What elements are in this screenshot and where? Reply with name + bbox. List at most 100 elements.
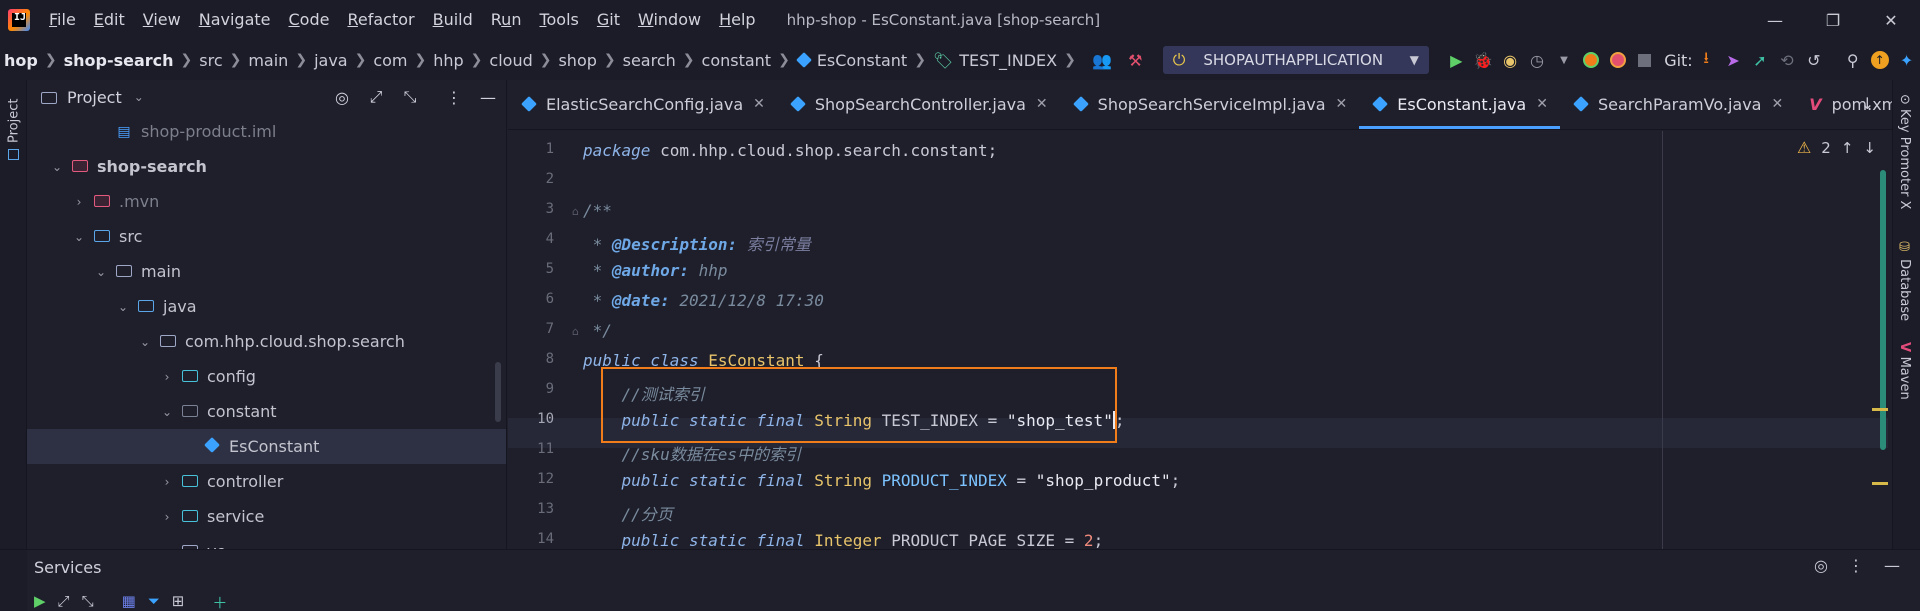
- close-window-button[interactable]: ✕: [1862, 0, 1920, 40]
- menu-item[interactable]: Edit: [85, 0, 134, 40]
- code-line[interactable]: * @Description: 索引常量: [583, 231, 811, 255]
- breadcrumb-item[interactable]: java: [310, 51, 352, 70]
- hide-panel-icon[interactable]: —: [1884, 556, 1900, 575]
- chevron-down-icon[interactable]: ⌄: [159, 405, 175, 419]
- breadcrumb-item[interactable]: shop: [554, 51, 600, 70]
- run-icon[interactable]: ▶: [34, 592, 46, 611]
- tree-item[interactable]: › .mvn: [27, 184, 506, 219]
- menu-item[interactable]: Window: [629, 0, 710, 40]
- maximize-button[interactable]: ❐: [1804, 0, 1862, 40]
- editor-tab[interactable]: Vpom.xml (shop-search): [1795, 80, 1892, 129]
- expand-all-icon[interactable]: ⤢: [362, 83, 390, 111]
- settings-logo-icon[interactable]: ✦: [1893, 46, 1920, 74]
- project-tool-tab[interactable]: Project: [4, 88, 24, 160]
- breadcrumb-item[interactable]: shop-search: [60, 51, 178, 70]
- database-tab[interactable]: ⛁ Database: [1897, 240, 1912, 321]
- add-service-icon[interactable]: ＋: [212, 592, 227, 611]
- run-configuration-select[interactable]: ⏻ SHOPAUTHAPPLICATION ▼: [1162, 46, 1429, 74]
- tree-item[interactable]: ⌄ constant: [27, 394, 506, 429]
- maven-tab[interactable]: V Maven: [1897, 342, 1912, 400]
- filter-icon[interactable]: ⏷: [148, 592, 160, 611]
- chevron-right-icon[interactable]: ›: [159, 510, 175, 524]
- code-line[interactable]: //sku数据在es中的索引: [583, 441, 801, 465]
- close-tab-icon[interactable]: ✕: [1771, 96, 1783, 112]
- code-editor[interactable]: package com.hhp.cloud.shop.search.consta…: [508, 131, 1888, 550]
- chevron-down-icon[interactable]: ⌄: [115, 300, 131, 314]
- menu-item[interactable]: Run: [482, 0, 531, 40]
- close-tab-icon[interactable]: ✕: [1036, 96, 1048, 112]
- git-push-icon[interactable]: ➚: [1747, 46, 1774, 74]
- git-update-icon[interactable]: ⭳: [1693, 46, 1720, 74]
- menu-item[interactable]: Build: [424, 0, 482, 40]
- chevron-down-icon[interactable]: ⌄: [71, 230, 87, 244]
- run-with-coverage-icon[interactable]: ◉: [1497, 46, 1524, 74]
- chevron-down-icon[interactable]: ⌄: [137, 335, 153, 349]
- editor-tab[interactable]: EsConstant.java ✕: [1359, 80, 1560, 129]
- tree-item[interactable]: ⌄ com.hhp.cloud.shop.search: [27, 324, 506, 359]
- warning-stripe[interactable]: [1872, 482, 1888, 485]
- locate-target-icon[interactable]: ◎: [328, 83, 356, 111]
- editor-tab[interactable]: ShopSearchServiceImpl.java ✕: [1060, 80, 1360, 129]
- expand-all-icon[interactable]: ⤢: [58, 592, 70, 611]
- tree-item[interactable]: › controller: [27, 464, 506, 499]
- tree-item[interactable]: › config: [27, 359, 506, 394]
- debug-icon[interactable]: 🐞: [1470, 46, 1497, 74]
- fold-marker-icon[interactable]: ⌂: [572, 205, 579, 218]
- tree-item[interactable]: ⌄ shop-search: [27, 149, 506, 184]
- inspection-widget[interactable]: ⚠ 2 ↑ ↓: [1797, 138, 1876, 157]
- hide-panel-icon[interactable]: —: [474, 83, 502, 111]
- breadcrumb-item[interactable]: hhp: [429, 51, 467, 70]
- breadcrumb-item[interactable]: constant: [698, 51, 776, 70]
- code-line[interactable]: * @author: hhp: [583, 261, 728, 280]
- ide-update-icon[interactable]: ↑: [1866, 46, 1893, 74]
- breadcrumb-item[interactable]: search: [619, 51, 680, 70]
- tree-scrollbar[interactable]: [495, 362, 501, 422]
- tree-item[interactable]: EsConstant: [27, 429, 506, 464]
- jrebel-run-icon[interactable]: [1577, 46, 1604, 74]
- tree-item[interactable]: › service: [27, 499, 506, 534]
- options-kebab-icon[interactable]: ⋮: [1848, 556, 1864, 575]
- breadcrumb-item[interactable]: com: [369, 51, 411, 70]
- tree-item[interactable]: ⌄ src: [27, 219, 506, 254]
- chevron-right-icon[interactable]: ›: [159, 370, 175, 384]
- locate-target-icon[interactable]: ◎: [1814, 556, 1828, 575]
- menu-item[interactable]: Refactor: [338, 0, 423, 40]
- minimize-button[interactable]: —: [1746, 0, 1804, 40]
- menu-item[interactable]: View: [134, 0, 190, 40]
- code-line[interactable]: * @date: 2021/12/8 17:30: [583, 291, 824, 310]
- code-line[interactable]: public static final String PRODUCT_INDEX…: [583, 471, 1181, 490]
- jrebel-debug-icon[interactable]: [1604, 46, 1631, 74]
- git-commit-icon[interactable]: ➤: [1720, 46, 1747, 74]
- breadcrumb-item[interactable]: main: [244, 51, 292, 70]
- tree-item[interactable]: ▤ shop-product.iml: [27, 114, 506, 149]
- fold-marker-icon[interactable]: ⌂: [572, 325, 579, 338]
- menu-item[interactable]: Tools: [530, 0, 587, 40]
- editor-scrollbar[interactable]: [1872, 170, 1888, 485]
- chevron-down-icon[interactable]: ⌄: [134, 90, 144, 104]
- group-by-icon[interactable]: ▦: [122, 592, 136, 611]
- collapse-all-icon[interactable]: ⤡: [396, 83, 424, 111]
- previous-highlight-icon[interactable]: ↑: [1841, 139, 1854, 157]
- breadcrumb-item[interactable]: 🏷 TEST_INDEX: [929, 51, 1061, 70]
- next-highlight-icon[interactable]: ↓: [1863, 139, 1876, 157]
- close-tab-icon[interactable]: ✕: [753, 96, 765, 112]
- run-icon[interactable]: ▶: [1443, 46, 1470, 74]
- stop-icon[interactable]: [1631, 46, 1658, 74]
- project-panel-title[interactable]: Project: [67, 88, 122, 107]
- editor-tab[interactable]: SearchParamVo.java ✕: [1560, 80, 1795, 129]
- new-tab-icon[interactable]: ⊞: [172, 592, 185, 611]
- code-line[interactable]: /**: [583, 201, 612, 220]
- breadcrumb-item[interactable]: EsConstant: [793, 51, 911, 70]
- close-tab-icon[interactable]: ✕: [1336, 96, 1348, 112]
- warning-stripe[interactable]: [1872, 408, 1888, 411]
- collapse-all-icon[interactable]: ⤡: [82, 592, 94, 611]
- breadcrumb-item[interactable]: src: [195, 51, 226, 70]
- menu-item[interactable]: File: [40, 0, 85, 40]
- chevron-right-icon[interactable]: ›: [71, 195, 87, 209]
- close-tab-icon[interactable]: ✕: [1536, 96, 1548, 112]
- search-icon[interactable]: ⚲: [1839, 46, 1866, 74]
- editor-tab[interactable]: ElasticSearchConfig.java ✕: [508, 80, 777, 129]
- chevron-down-icon[interactable]: ⌄: [93, 265, 109, 279]
- menu-item[interactable]: Git: [588, 0, 629, 40]
- code-line[interactable]: */: [583, 321, 612, 340]
